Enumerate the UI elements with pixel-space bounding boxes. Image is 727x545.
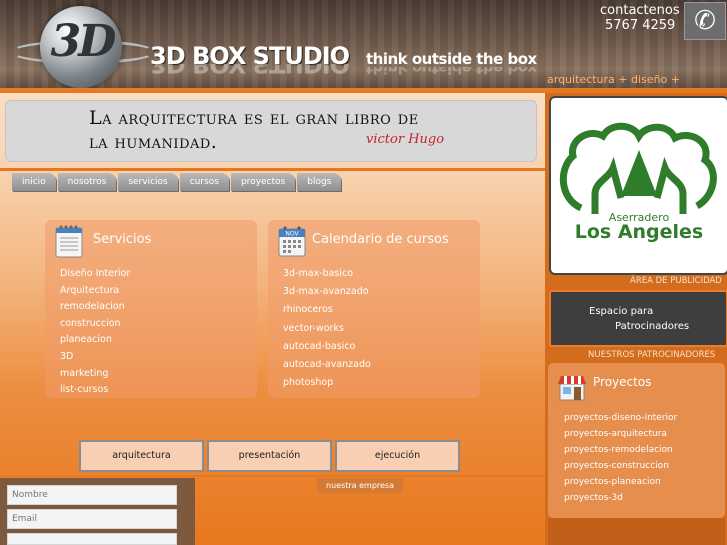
phone-icon[interactable]: ✆ [684, 2, 726, 40]
sponsor-card[interactable]: Aserradero Los Angeles [549, 96, 727, 275]
tagline: think outside the box [366, 50, 537, 68]
footer-divider [0, 475, 545, 477]
project-link[interactable]: proyectos-3d [564, 493, 677, 509]
course-link[interactable]: autocad-avanzado [283, 359, 371, 377]
calendar-icon: NOV [278, 226, 306, 257]
presentacion-button[interactable]: presentación [207, 440, 332, 472]
course-link[interactable]: autocad-basico [283, 341, 371, 359]
brand-reflection: 3D BOX STUDIO [150, 64, 350, 78]
service-link[interactable]: 3D [60, 351, 130, 368]
course-link[interactable]: photoshop [283, 377, 371, 395]
tab-proyectos[interactable]: proyectos [230, 173, 296, 191]
notepad-icon [55, 225, 83, 258]
courses-list: 3d-max-basico 3d-max-avanzado rhinoceros… [283, 268, 371, 395]
ad-area-label: ÁREA DE PUBLICIDAD [630, 276, 722, 286]
course-link[interactable]: 3d-max-avanzado [283, 286, 371, 304]
sponsor-logo-big: Los Angeles [575, 221, 704, 243]
service-link[interactable]: list-cursos [60, 384, 130, 401]
sidebar-footer [548, 518, 725, 545]
message-field[interactable] [7, 533, 177, 545]
quote-author: victor Hugo [366, 132, 445, 147]
storefront-icon [558, 376, 586, 401]
service-link[interactable]: marketing [60, 368, 130, 385]
projects-title: Proyectos [593, 375, 652, 389]
tab-nosotros[interactable]: nosotros [57, 173, 117, 191]
service-link[interactable]: planeacion [60, 334, 130, 351]
service-link[interactable]: remodelacion [60, 301, 130, 318]
sponsors-label: NUESTROS PATROCINADORES [588, 350, 716, 360]
tab-inicio[interactable]: inicio [12, 173, 56, 191]
ejecucion-button[interactable]: ejecución [335, 440, 460, 472]
ad-space-line-2: Patrocinadores [615, 321, 690, 332]
calendar-icon-month: NOV [285, 231, 299, 238]
project-link[interactable]: proyectos-arquitectura [564, 429, 677, 445]
tagline-reflection: think outside the box [366, 67, 537, 77]
logo-text: 3D [50, 16, 117, 67]
site-header: 3D 3D BOX STUDIO 3D BOX STUDIO think out… [0, 0, 727, 99]
quote-line-1: La arquitectura es el gran libro de [89, 107, 419, 129]
services-panel: Servicios Diseño Interior Arquitectura r… [45, 220, 257, 398]
project-link[interactable]: proyectos-remodelacion [564, 445, 677, 461]
service-link[interactable]: Diseño Interior [60, 268, 130, 285]
course-link[interactable]: 3d-max-basico [283, 268, 371, 286]
service-link[interactable]: construccion [60, 318, 130, 335]
tab-servicios[interactable]: servicios [118, 173, 178, 191]
course-link[interactable]: rhinoceros [283, 304, 371, 322]
arquitectura-button[interactable]: arquitectura [79, 440, 204, 472]
services-title: Servicios [93, 232, 152, 247]
divider [0, 168, 545, 171]
quote-banner: La arquitectura es el gran libro de la h… [5, 100, 537, 162]
main-nav: inicio nosotros servicios cursos proyect… [12, 173, 343, 192]
ad-space-line-1: Espacio para [589, 306, 654, 317]
calendar-title: Calendario de cursos [312, 232, 449, 247]
projects-list: proyectos-diseno-interior proyectos-arqu… [564, 413, 677, 509]
projects-panel: Proyectos proyectos-diseno-interior proy… [548, 363, 725, 518]
sponsor-logo: Aserradero Los Angeles [559, 122, 717, 243]
project-link[interactable]: proyectos-construccion [564, 461, 677, 477]
tab-cursos[interactable]: cursos [179, 173, 229, 191]
calendar-panel: NOV Calendario de cursos 3d-max-basico 3… [268, 220, 480, 398]
tab-blogs[interactable]: blogs [297, 173, 342, 191]
name-field[interactable] [7, 485, 177, 505]
course-link[interactable]: vector-works [283, 323, 371, 341]
services-list: Diseño Interior Arquitectura remodelacio… [60, 268, 130, 401]
project-link[interactable]: proyectos-planeacion [564, 477, 677, 493]
contact-link[interactable]: contactenos [600, 3, 680, 18]
project-link[interactable]: proyectos-diseno-interior [564, 413, 677, 429]
contact-phone: 5767 4259 [605, 18, 676, 33]
email-field[interactable] [7, 509, 177, 529]
ad-space-box[interactable]: Espacio para Patrocinadores [549, 290, 727, 347]
nuestra-empresa-tab[interactable]: nuestra empresa [317, 478, 403, 493]
service-link[interactable]: Arquitectura [60, 285, 130, 302]
